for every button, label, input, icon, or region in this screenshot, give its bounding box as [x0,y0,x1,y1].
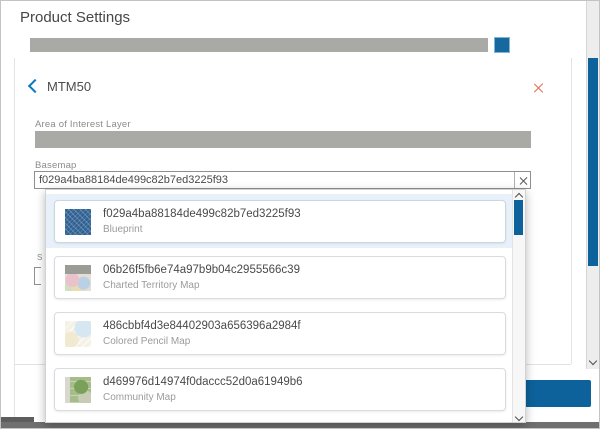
basemap-thumbnail-charted-territory [65,265,91,291]
basemap-item-name: Charted Territory Map [103,280,200,291]
area-of-interest-label: Area of Interest Layer [35,119,131,130]
product-settings-window: Product Settings MTM50 Area of Interest … [0,0,600,429]
clear-icon [519,176,528,185]
basemap-item-colored-pencil[interactable]: 486cbbf4d3e84402903a656396a2984f Colored… [54,312,506,355]
basemap-thumbnail-colored-pencil [65,321,91,347]
chevron-left-icon [28,79,42,93]
basemap-item-charted-territory[interactable]: 06b26f5fb6e74a97b9b04c2955566c39 Charted… [54,256,506,299]
basemap-item-name: Blueprint [103,224,142,235]
basemap-thumbnail-community [65,377,91,403]
basemap-item-name: Community Map [103,392,176,403]
product-name-placeholder-bar [30,38,488,52]
dropdown-scrollbar-thumb[interactable] [514,200,523,235]
color-swatch [494,37,510,53]
basemap-item-id: f029a4ba88184de499c82b7ed3225f93 [103,208,301,220]
obscured-label-fragment: S [37,253,42,262]
main-scrollbar-thumb[interactable] [588,58,598,266]
close-icon[interactable] [533,82,544,93]
basemap-item-id: 486cbbf4d3e84402903a656396a2984f [103,320,301,332]
panel-right-border [571,58,572,364]
basemap-dropdown-panel: f029a4ba88184de499c82b7ed3225f93 Bluepri… [45,189,526,423]
area-of-interest-field[interactable] [35,131,531,148]
clear-input-button[interactable] [514,172,531,188]
bottom-window-bar [1,422,600,429]
back-button[interactable]: MTM50 [30,77,91,95]
basemap-input[interactable] [34,171,531,189]
basemap-label: Basemap [35,160,77,171]
basemap-item-id: d469976d14974f0daccc52d0a61949b6 [103,376,303,388]
basemap-item-name: Colored Pencil Map [103,336,190,347]
basemap-item-community[interactable]: d469976d14974f0daccc52d0a61949b6 Communi… [54,368,506,411]
back-button-label: MTM50 [47,79,91,94]
basemap-item-blueprint[interactable]: f029a4ba88184de499c82b7ed3225f93 Bluepri… [54,200,506,243]
page-title: Product Settings [20,9,130,26]
basemap-item-partial[interactable] [54,422,506,423]
basemap-thumbnail-blueprint [65,209,91,235]
basemap-item-id: 06b26f5fb6e74a97b9b04c2955566c39 [103,264,300,276]
obscured-checkbox[interactable] [34,267,41,285]
